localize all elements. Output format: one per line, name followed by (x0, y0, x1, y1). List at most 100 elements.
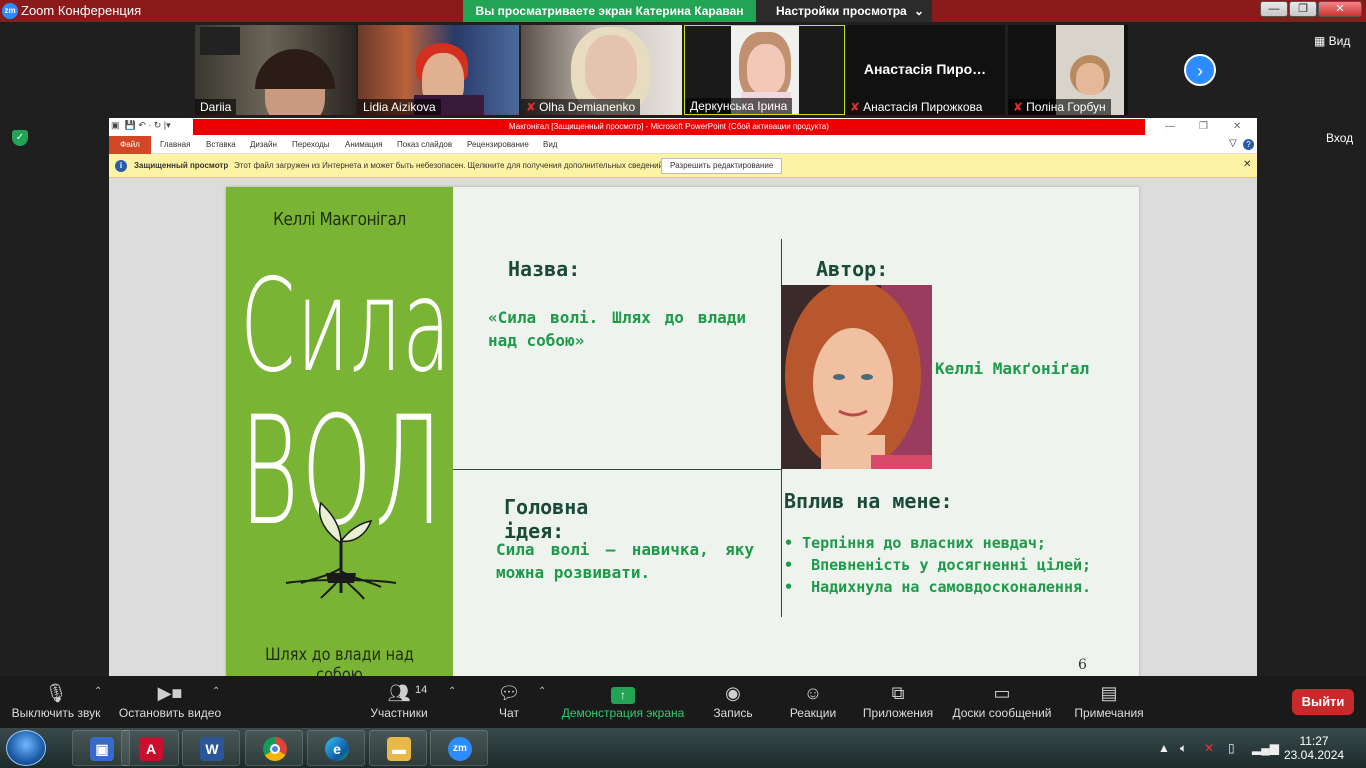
participant-tile[interactable]: Lidia Aizikova (358, 25, 519, 115)
caret-up-icon[interactable]: ⌃ (94, 686, 102, 697)
protected-view-bar: i Защищенный просмотр Этот файл загружен… (109, 154, 1257, 178)
signal-icon[interactable]: ▂▄▆ (1252, 741, 1279, 755)
view-button[interactable]: ▦ Вид (1314, 34, 1350, 48)
share-screen-icon: ↑ (560, 680, 686, 706)
tab-design[interactable]: Дизайн (250, 140, 277, 149)
caret-up-icon[interactable]: ⌃ (212, 686, 220, 697)
participant-name: ✘ Olha Demianenko (521, 99, 641, 115)
whiteboards-label: Доски сообщений (952, 706, 1052, 720)
microphone-icon: 🎙︎ (44, 683, 68, 703)
leave-button[interactable]: Выйти (1292, 689, 1354, 715)
participant-tile[interactable]: ✘ Поліна Горбун (1008, 25, 1128, 115)
impact-list: • Терпіння до власних невдач; • Впевнені… (784, 532, 1134, 598)
participant-name: ✘ Поліна Горбун (1008, 99, 1111, 115)
taskbar-acrobat[interactable]: A (121, 730, 179, 766)
list-item: • Впевненість у досягненні цілей; (784, 556, 1092, 574)
notes-label: Примечания (1074, 706, 1144, 720)
taskbar-word[interactable]: W (182, 730, 240, 766)
network-warning-icon[interactable]: ✕ (1204, 741, 1214, 755)
mute-button[interactable]: 🎙︎ Выключить звук ⌃ (10, 680, 103, 720)
name-heading: Назва: (508, 257, 581, 281)
quick-access-toolbar[interactable]: ▣ 💾 ↶ · ↻ |▾ (111, 120, 171, 131)
tab-file[interactable]: Файл (109, 136, 151, 154)
help-icon[interactable]: ? (1243, 139, 1254, 150)
view-settings-button[interactable]: Настройки просмотра ⌄ (756, 0, 932, 22)
tab-home[interactable]: Главная (160, 140, 190, 149)
idea-heading-line1: Головна (504, 495, 589, 519)
clock[interactable]: 11:27 23.04.2024 (1284, 734, 1344, 762)
powerpoint-window: ▣ 💾 ↶ · ↻ |▾ Макгонігал [Защищенный прос… (109, 118, 1257, 676)
windows-taskbar: ▣ A W e ▬ zm ▲ 🔈︎ ✕ ▯ ▂▄▆ 11:27 23.04.20… (0, 728, 1366, 768)
video-camera-icon: ▶■ (157, 683, 183, 703)
protected-view-message[interactable]: Этот файл загружен из Интернета и может … (234, 161, 665, 170)
caret-up-icon[interactable]: ⌃ (538, 686, 546, 697)
notes-button[interactable]: ▤ Примечания (1072, 680, 1146, 720)
view-settings-label: Настройки просмотра (776, 4, 907, 18)
smiley-icon: ☺ (803, 683, 823, 703)
participant-name: ✘ Анастасія Пирожкова (850, 100, 983, 114)
participant-tile[interactable]: ✘ Olha Demianenko (521, 25, 682, 115)
taskbar-edge[interactable]: e (307, 730, 365, 766)
slide: Келлі Макгонігал Сила ВОЛІ Шлях до влади… (226, 187, 1139, 676)
reactions-button[interactable]: ☺ Реакции (788, 680, 838, 720)
impact-heading: Вплив на мене: (784, 489, 953, 513)
acrobat-icon: A (139, 737, 163, 761)
tray-arrow-icon[interactable]: ▲ (1158, 741, 1170, 755)
list-item: • Терпіння до власних невдач; (784, 534, 1046, 552)
stop-video-button[interactable]: ▶■ Остановить видео ⌃ (118, 680, 222, 720)
time: 11:27 (1299, 734, 1329, 748)
share-label: Демонстрация экрана (561, 706, 685, 720)
close-icon[interactable]: ✕ (1243, 159, 1251, 170)
exit-fullscreen-button[interactable]: Вход (1326, 131, 1353, 145)
author-name: Келлі Макґоніґал (935, 359, 1090, 378)
close-button[interactable]: ✕ (1318, 1, 1362, 17)
tab-transitions[interactable]: Переходы (292, 140, 330, 149)
chat-button[interactable]: 💬︎ Чат ⌃ (492, 680, 547, 720)
participant-tile[interactable]: Dariia (195, 25, 356, 115)
record-label: Запись (713, 706, 753, 720)
protected-view-label: Защищенный просмотр (134, 161, 229, 170)
security-shield-icon[interactable]: ✓ (12, 130, 28, 146)
ribbon-tabs: Файл Главная Вставка Дизайн Переходы Ани… (109, 136, 1257, 154)
device-icon[interactable]: ▯ (1228, 741, 1235, 755)
participants-count: 14 (415, 684, 428, 696)
shield-info-icon: i (115, 160, 127, 172)
tab-review[interactable]: Рецензирование (467, 140, 529, 149)
participant-tile[interactable]: Анастасія Пиро… ✘ Анастасія Пирожкова (845, 25, 1005, 115)
whiteboards-button[interactable]: ▭ Доски сообщений (950, 680, 1054, 720)
ppt-minimize-button[interactable]: — (1165, 121, 1175, 132)
participant-tile-active[interactable]: Деркунська Ірина (684, 25, 845, 115)
participant-video (1076, 63, 1104, 95)
apps-label: Приложения (862, 706, 934, 720)
grid-icon: ▦ (1314, 34, 1329, 48)
volume-icon[interactable]: 🔈︎ (1180, 741, 1187, 756)
caret-up-icon[interactable]: ⌃ (448, 686, 456, 697)
record-button[interactable]: ◉ Запись (708, 680, 758, 720)
maximize-button[interactable]: ❐ (1289, 1, 1317, 17)
start-button-icon[interactable] (6, 730, 46, 766)
ppt-close-button[interactable]: ✕ (1233, 121, 1241, 132)
mute-label: Выключить звук (11, 706, 101, 720)
enable-editing-button[interactable]: Разрешить редактирование (661, 158, 783, 174)
tab-insert[interactable]: Вставка (206, 140, 236, 149)
participants-button[interactable]: 👥︎ 14 Участники ⌃ (366, 680, 456, 720)
ppt-maximize-button[interactable]: ❐ (1199, 121, 1208, 132)
share-screen-button[interactable]: ↑ Демонстрация экрана (560, 680, 686, 720)
video-label: Остановить видео (118, 706, 222, 720)
participants-label: Участники (370, 706, 428, 720)
tab-view[interactable]: Вид (543, 140, 557, 149)
taskbar-explorer[interactable]: ▬ (369, 730, 427, 766)
book-author: Келлі Макгонігал (273, 209, 406, 230)
divider-horizontal (453, 469, 781, 470)
taskbar-zoom[interactable]: zm (430, 730, 488, 766)
next-page-arrow-icon[interactable]: › (1184, 54, 1216, 86)
taskbar-chrome[interactable] (245, 730, 303, 766)
ribbon-collapse-icon[interactable]: ▽ (1229, 138, 1237, 149)
ppt-titlebar: ▣ 💾 ↶ · ↻ |▾ Макгонігал [Защищенный прос… (109, 118, 1257, 136)
author-heading: Автор: (816, 257, 889, 281)
apps-button[interactable]: ⧉ Приложения (860, 680, 936, 720)
tab-slideshow[interactable]: Показ слайдов (397, 140, 452, 149)
system-tray: ▲ 🔈︎ ✕ ▯ ▂▄▆ 11:27 23.04.2024 (1156, 728, 1366, 768)
minimize-button[interactable]: — (1260, 1, 1288, 17)
tab-animation[interactable]: Анимация (345, 140, 383, 149)
